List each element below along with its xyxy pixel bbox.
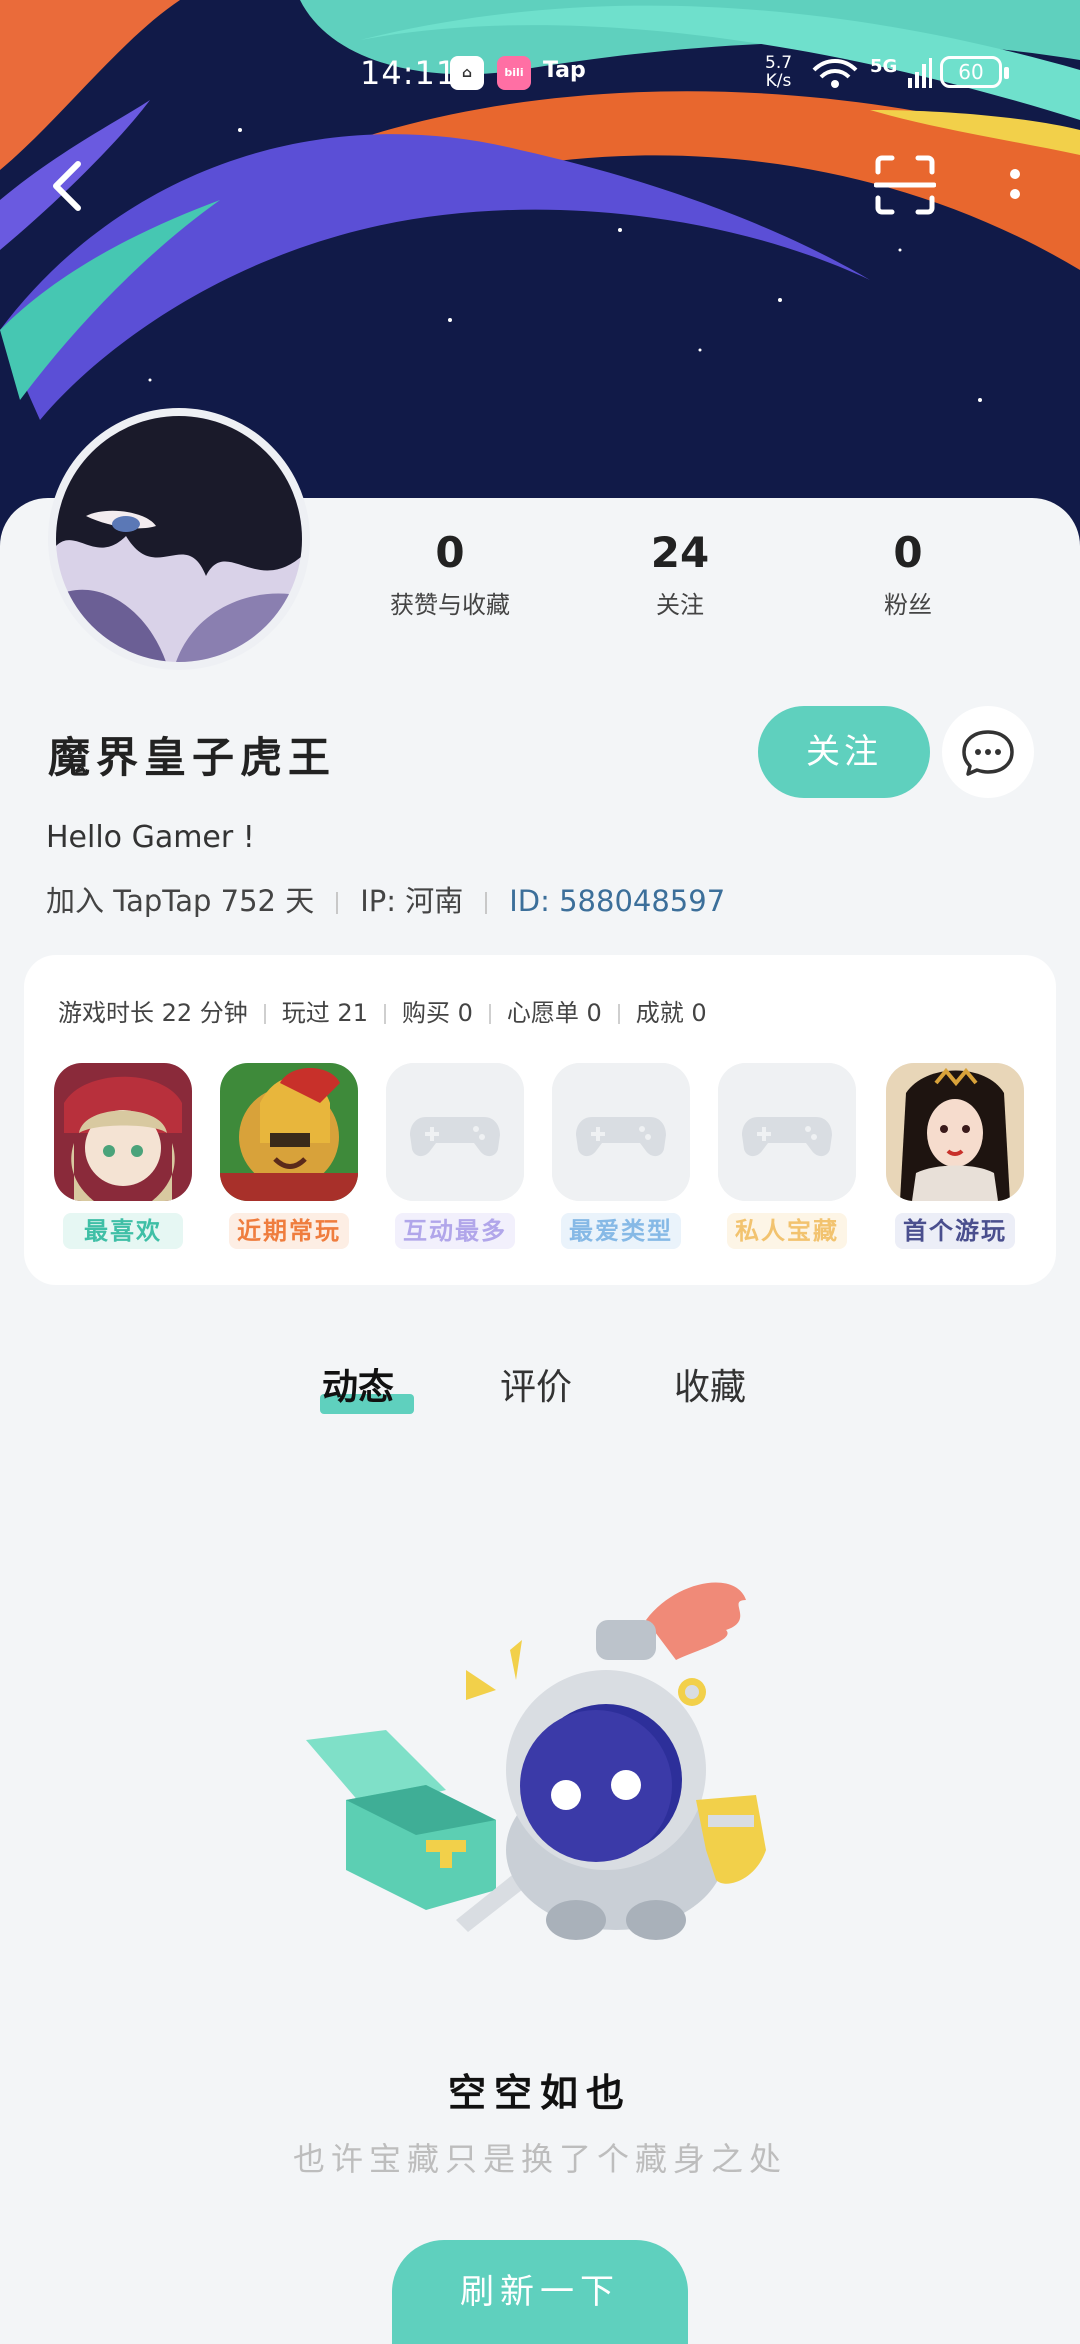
- purchases: 购买 0: [401, 999, 473, 1027]
- follow-button[interactable]: 关注: [758, 706, 930, 798]
- gamepad-placeholder-icon: [552, 1063, 690, 1201]
- stat-followers[interactable]: 0 粉丝: [798, 528, 1018, 620]
- tile-recent[interactable]: 近期常玩: [220, 1063, 358, 1249]
- kaiyan-icon: ⌂: [450, 56, 484, 90]
- net-speed-value: 5.7: [765, 53, 793, 73]
- back-button[interactable]: [44, 152, 94, 222]
- profile-meta: 加入 TapTap 752 天 IP: 河南 ID: 588048597: [46, 878, 725, 920]
- divider: [336, 892, 339, 914]
- empty-state-illustration: [296, 1580, 816, 1960]
- tile-label: 互动最多: [395, 1213, 515, 1249]
- battery-indicator: 60: [940, 56, 1009, 88]
- stat-label: 关注: [656, 591, 704, 619]
- xianxia-woman-icon: [886, 1063, 1024, 1201]
- tile-private-treasure[interactable]: 私人宝藏: [718, 1063, 856, 1249]
- net-speed: 5.7 K/s: [765, 54, 792, 90]
- joined-days: 加入 TapTap 752 天: [46, 884, 315, 918]
- tile-favorite[interactable]: 最喜欢: [54, 1063, 192, 1249]
- divider: [617, 1004, 620, 1024]
- game-summary-card[interactable]: 游戏时长 22 分钟 玩过 21 购买 0 心愿单 0 成就 0 最喜欢 近期常…: [24, 955, 1056, 1285]
- chevron-left-icon: [53, 161, 81, 211]
- status-time: 14:11: [360, 54, 458, 92]
- more-options-button[interactable]: [1000, 160, 1030, 210]
- stat-likes[interactable]: 0 获赞与收藏: [340, 528, 560, 620]
- play-time: 游戏时长 22 分钟: [58, 999, 248, 1027]
- scan-button[interactable]: [874, 154, 936, 216]
- refresh-button[interactable]: 刷新一下: [392, 2240, 688, 2344]
- anime-avatar-image: [56, 416, 302, 662]
- username: 魔界皇子虎王: [48, 733, 337, 782]
- net-speed-unit: K/s: [765, 71, 792, 91]
- tab-favorites[interactable]: 收藏: [674, 1358, 746, 1410]
- girl-character-icon: [54, 1063, 192, 1201]
- divider: [383, 1004, 386, 1024]
- stat-value: 24: [650, 528, 710, 577]
- tile-label: 最喜欢: [63, 1213, 183, 1249]
- gamepad-placeholder-icon: [386, 1063, 524, 1201]
- scan-icon: [874, 155, 936, 215]
- status-tap-label: Tap: [543, 58, 586, 83]
- tab-moments[interactable]: 动态: [322, 1358, 394, 1410]
- divider: [485, 892, 488, 914]
- tile-label: 私人宝藏: [727, 1213, 847, 1249]
- user-id[interactable]: ID: 588048597: [509, 884, 725, 918]
- stat-label: 粉丝: [884, 591, 932, 619]
- stat-value: 0: [435, 528, 465, 577]
- spartan-warrior-icon: [220, 1063, 358, 1201]
- tile-first-played[interactable]: 首个游玩: [886, 1063, 1024, 1249]
- tab-reviews[interactable]: 评价: [500, 1358, 572, 1410]
- bio-text: Hello Gamer !: [46, 820, 255, 855]
- status-bar: 14:11 ⌂ bili Tap 5.7 K/s 5G 60: [0, 50, 1080, 100]
- stat-following[interactable]: 24 关注: [570, 528, 790, 620]
- gamepad-placeholder-icon: [718, 1063, 856, 1201]
- network-type: 5G: [870, 56, 898, 77]
- divider: [263, 1004, 266, 1024]
- ip-location: IP: 河南: [360, 884, 464, 918]
- message-button[interactable]: [942, 706, 1034, 798]
- stat-value: 0: [893, 528, 923, 577]
- game-stats-row: 游戏时长 22 分钟 玩过 21 购买 0 心愿单 0 成就 0: [58, 993, 707, 1028]
- wishlist: 心愿单 0: [506, 999, 602, 1027]
- bilibili-icon: bili: [497, 56, 531, 90]
- divider: [488, 1004, 491, 1024]
- tile-interaction[interactable]: 互动最多: [386, 1063, 524, 1249]
- empty-state-title: 空空如也: [447, 2071, 632, 2115]
- tile-label: 近期常玩: [229, 1213, 349, 1249]
- empty-state-subtitle: 也许宝藏只是换了个藏身之处: [292, 2140, 787, 2178]
- chat-bubble-icon: [962, 730, 1014, 776]
- avatar[interactable]: [48, 408, 310, 670]
- more-vertical-icon: [1010, 169, 1020, 199]
- tile-favorite-genre[interactable]: 最爱类型: [552, 1063, 690, 1249]
- achievements: 成就 0: [635, 999, 707, 1027]
- games-played: 玩过 21: [281, 999, 368, 1027]
- tile-label: 首个游玩: [895, 1213, 1015, 1249]
- stat-label: 获赞与收藏: [390, 591, 510, 619]
- tile-label: 最爱类型: [561, 1213, 681, 1249]
